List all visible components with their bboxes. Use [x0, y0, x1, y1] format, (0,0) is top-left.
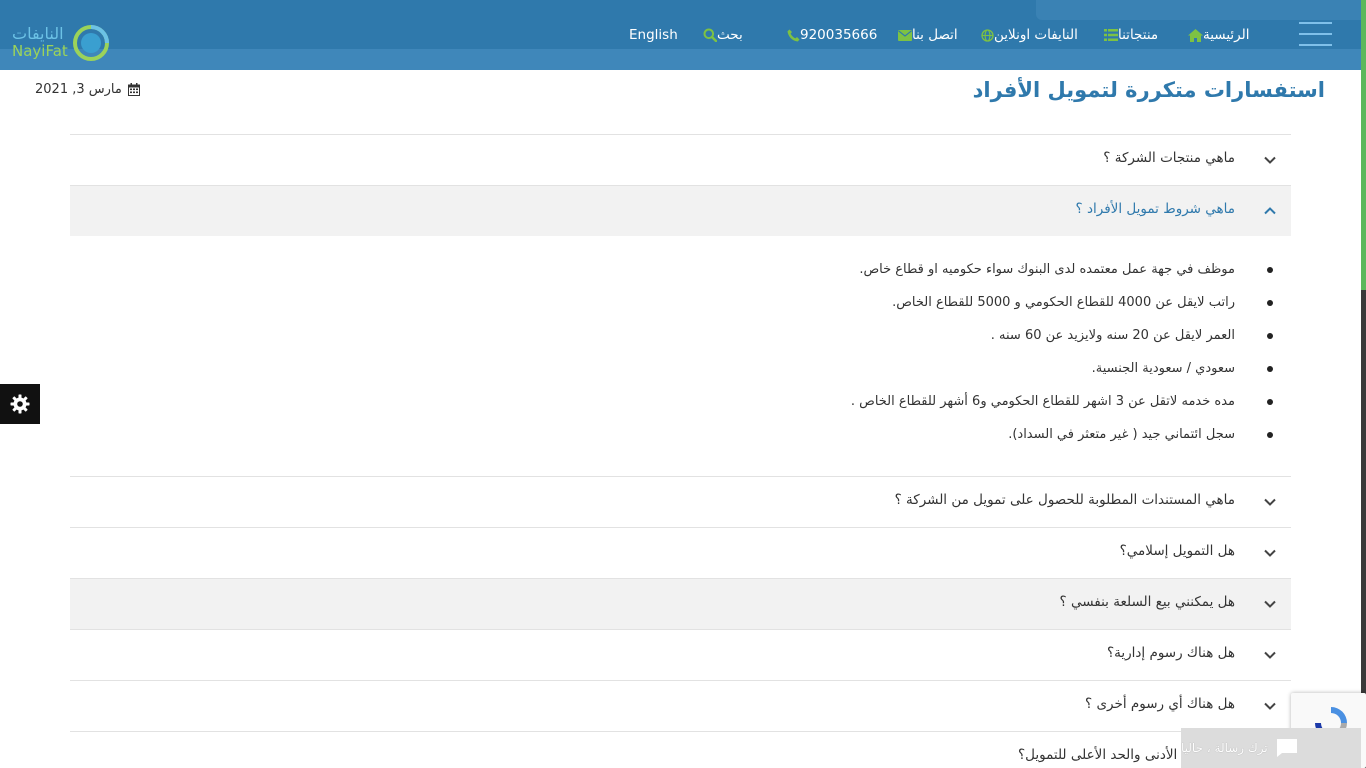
faq-question-text: ماهي المستندات المطلوبة للحصول على تمويل… — [894, 492, 1235, 508]
logo-english-text: NayiFat — [12, 42, 68, 60]
chevron-down-icon — [1264, 702, 1276, 710]
faq-question-text: هل هناك أي رسوم أخرى ؟ — [1085, 696, 1235, 712]
page: النايفات NayiFat الرئيسية منتجاتنا الناي… — [0, 0, 1366, 768]
chevron-down-icon — [1264, 600, 1276, 608]
faq-question-toggle[interactable]: ماهي شروط تمويل الأفراد ؟ — [70, 186, 1291, 236]
nav-home[interactable]: الرئيسية — [1182, 25, 1250, 45]
post-date: مارس 3, 2021 — [35, 82, 140, 97]
requirements-list: موظف في جهة عمل معتمده لدى البنوك سواء ح… — [851, 260, 1274, 458]
page-scrollbar[interactable] — [1361, 0, 1366, 768]
chat-widget-label: ترك رسالة ، حاليا — [1181, 741, 1268, 755]
nav-search-label: بحث — [717, 27, 743, 43]
faq-question-text: ماهي شروط تمويل الأفراد ؟ — [1075, 201, 1235, 217]
faq-question-toggle[interactable]: هل التمويل إسلامي؟ — [70, 528, 1291, 578]
chevron-down-icon — [1264, 156, 1276, 164]
faq-accordion: ماهي منتجات الشركة ؟ ماهي شروط تمويل الأ… — [70, 134, 1291, 768]
faq-question-toggle[interactable]: ماهي المستندات المطلوبة للحصول على تمويل… — [70, 477, 1291, 527]
chat-widget-button[interactable]: ترك رسالة ، حاليا — [1181, 728, 1361, 768]
faq-question-text: هل هناك رسوم إدارية؟ — [1106, 645, 1235, 661]
faq-question-toggle[interactable]: هل هناك أي رسوم أخرى ؟ — [70, 681, 1291, 731]
faq-item: ماهو الحد الأدنى والحد الأعلى للتمويل؟ — [70, 731, 1291, 768]
language-switch-label: English — [629, 27, 678, 43]
language-switch-link[interactable]: English — [629, 25, 678, 45]
faq-item: هل يمكنني بيع السلعة بنفسي ؟ — [70, 578, 1291, 629]
nav-search[interactable]: بحث — [697, 25, 743, 45]
faq-question-text: ماهي منتجات الشركة ؟ — [1103, 150, 1235, 166]
nav-phone-number: 920035666 — [800, 27, 878, 43]
envelope-icon — [898, 29, 912, 41]
post-date-text: مارس 3, 2021 — [35, 82, 122, 97]
faq-question-text: هل التمويل إسلامي؟ — [1119, 543, 1235, 559]
faq-question-toggle[interactable]: هل هناك رسوم إدارية؟ — [70, 630, 1291, 680]
list-item: العمر لايقل عن 20 سنه ولايزيد عن 60 سنه … — [851, 326, 1274, 359]
faq-item: هل التمويل إسلامي؟ — [70, 527, 1291, 578]
faq-item: ماهي منتجات الشركة ؟ — [70, 134, 1291, 185]
logo-circle-icon — [73, 25, 109, 61]
list-item: موظف في جهة عمل معتمده لدى البنوك سواء ح… — [851, 260, 1274, 293]
nav-contact[interactable]: اتصل بنا — [892, 25, 958, 45]
menu-toggle-button[interactable] — [1299, 22, 1332, 46]
chevron-down-icon — [1264, 549, 1276, 557]
faq-item: هل هناك رسوم إدارية؟ — [70, 629, 1291, 680]
list-icon — [1104, 29, 1118, 41]
faq-question-toggle[interactable]: هل يمكنني بيع السلعة بنفسي ؟ — [70, 579, 1291, 629]
header-lower-strip — [0, 49, 1361, 70]
nav-home-label: الرئيسية — [1203, 27, 1250, 43]
faq-question-text: هل يمكنني بيع السلعة بنفسي ؟ — [1059, 594, 1235, 610]
site-logo[interactable]: النايفات NayiFat — [12, 24, 112, 64]
faq-question-toggle[interactable]: ماهي منتجات الشركة ؟ — [70, 135, 1291, 185]
nav-products-label: منتجاتنا — [1118, 27, 1159, 43]
header-decoration — [1036, 0, 1361, 20]
search-icon — [703, 28, 717, 42]
nav-online[interactable]: النايفات اونلاين — [975, 25, 1078, 45]
nav-contact-label: اتصل بنا — [912, 27, 958, 43]
list-item: سجل ائتماني جيد ( غير متعثر في السداد). — [851, 425, 1274, 458]
nav-online-label: النايفات اونلاين — [994, 27, 1078, 43]
home-icon — [1188, 28, 1203, 42]
faq-item-expanded: ماهي شروط تمويل الأفراد ؟ موظف في جهة عم… — [70, 185, 1291, 476]
nav-phone[interactable]: 920035666 — [781, 25, 877, 45]
page-title: استفسارات متكررة لتمويل الأفراد — [972, 78, 1325, 102]
nav-products[interactable]: منتجاتنا — [1098, 25, 1158, 45]
chevron-down-icon — [1264, 498, 1276, 506]
chevron-down-icon — [1264, 651, 1276, 659]
gear-icon — [10, 394, 30, 414]
settings-panel-toggle[interactable] — [0, 384, 40, 424]
faq-answer-panel: موظف في جهة عمل معتمده لدى البنوك سواء ح… — [70, 236, 1291, 476]
scrollbar-thumb[interactable] — [1361, 0, 1366, 290]
faq-item: ماهي المستندات المطلوبة للحصول على تمويل… — [70, 476, 1291, 527]
globe-icon — [981, 28, 994, 42]
site-header: النايفات NayiFat الرئيسية منتجاتنا الناي… — [0, 0, 1361, 70]
logo-arabic-text: النايفات — [12, 24, 64, 43]
faq-question-toggle[interactable]: ماهو الحد الأدنى والحد الأعلى للتمويل؟ — [70, 732, 1291, 768]
chevron-up-icon — [1264, 207, 1276, 215]
phone-icon — [787, 29, 800, 42]
calendar-icon — [127, 83, 140, 96]
faq-item: هل هناك أي رسوم أخرى ؟ — [70, 680, 1291, 731]
list-item: سعودي / سعودية الجنسية. — [851, 359, 1274, 392]
chat-bubble-icon — [1276, 739, 1297, 757]
list-item: مده خدمه لاتقل عن 3 اشهر للقطاع الحكومي … — [851, 392, 1274, 425]
list-item: راتب لايقل عن 4000 للقطاع الحكومي و 5000… — [851, 293, 1274, 326]
